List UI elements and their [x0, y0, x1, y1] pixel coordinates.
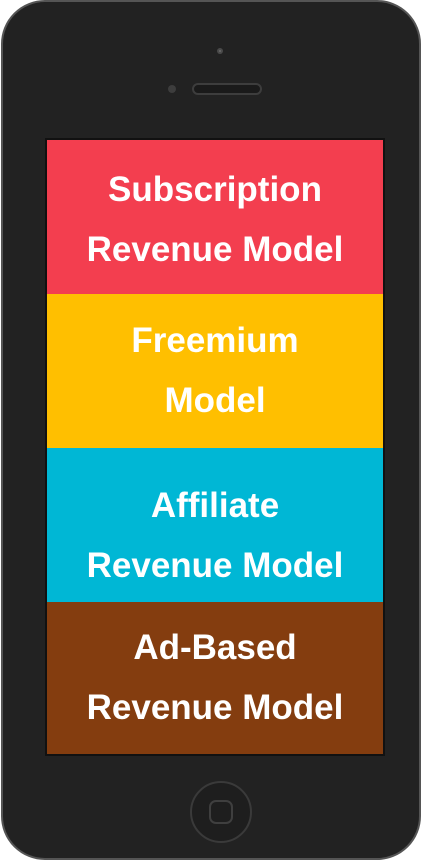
ad-based-model-band: Ad-Based Revenue Model — [47, 602, 383, 754]
earpiece-speaker — [192, 83, 262, 95]
subscription-model-band: Subscription Revenue Model — [47, 140, 383, 294]
proximity-sensor — [168, 85, 176, 93]
affiliate-model-label: Affiliate Revenue Model — [86, 486, 344, 585]
phone-screen: Subscription Revenue Model Freemium Mode… — [45, 138, 385, 756]
smartphone-frame: Subscription Revenue Model Freemium Mode… — [1, 0, 421, 860]
front-camera-icon — [217, 48, 223, 54]
subscription-model-label: Subscription Revenue Model — [86, 170, 344, 269]
affiliate-model-band: Affiliate Revenue Model — [47, 448, 383, 602]
freemium-model-band: Freemium Model — [47, 294, 383, 448]
home-square-icon — [209, 800, 233, 824]
ad-based-model-label: Ad-Based Revenue Model — [86, 628, 344, 727]
home-button[interactable] — [190, 781, 252, 843]
freemium-model-label: Freemium Model — [131, 321, 299, 420]
